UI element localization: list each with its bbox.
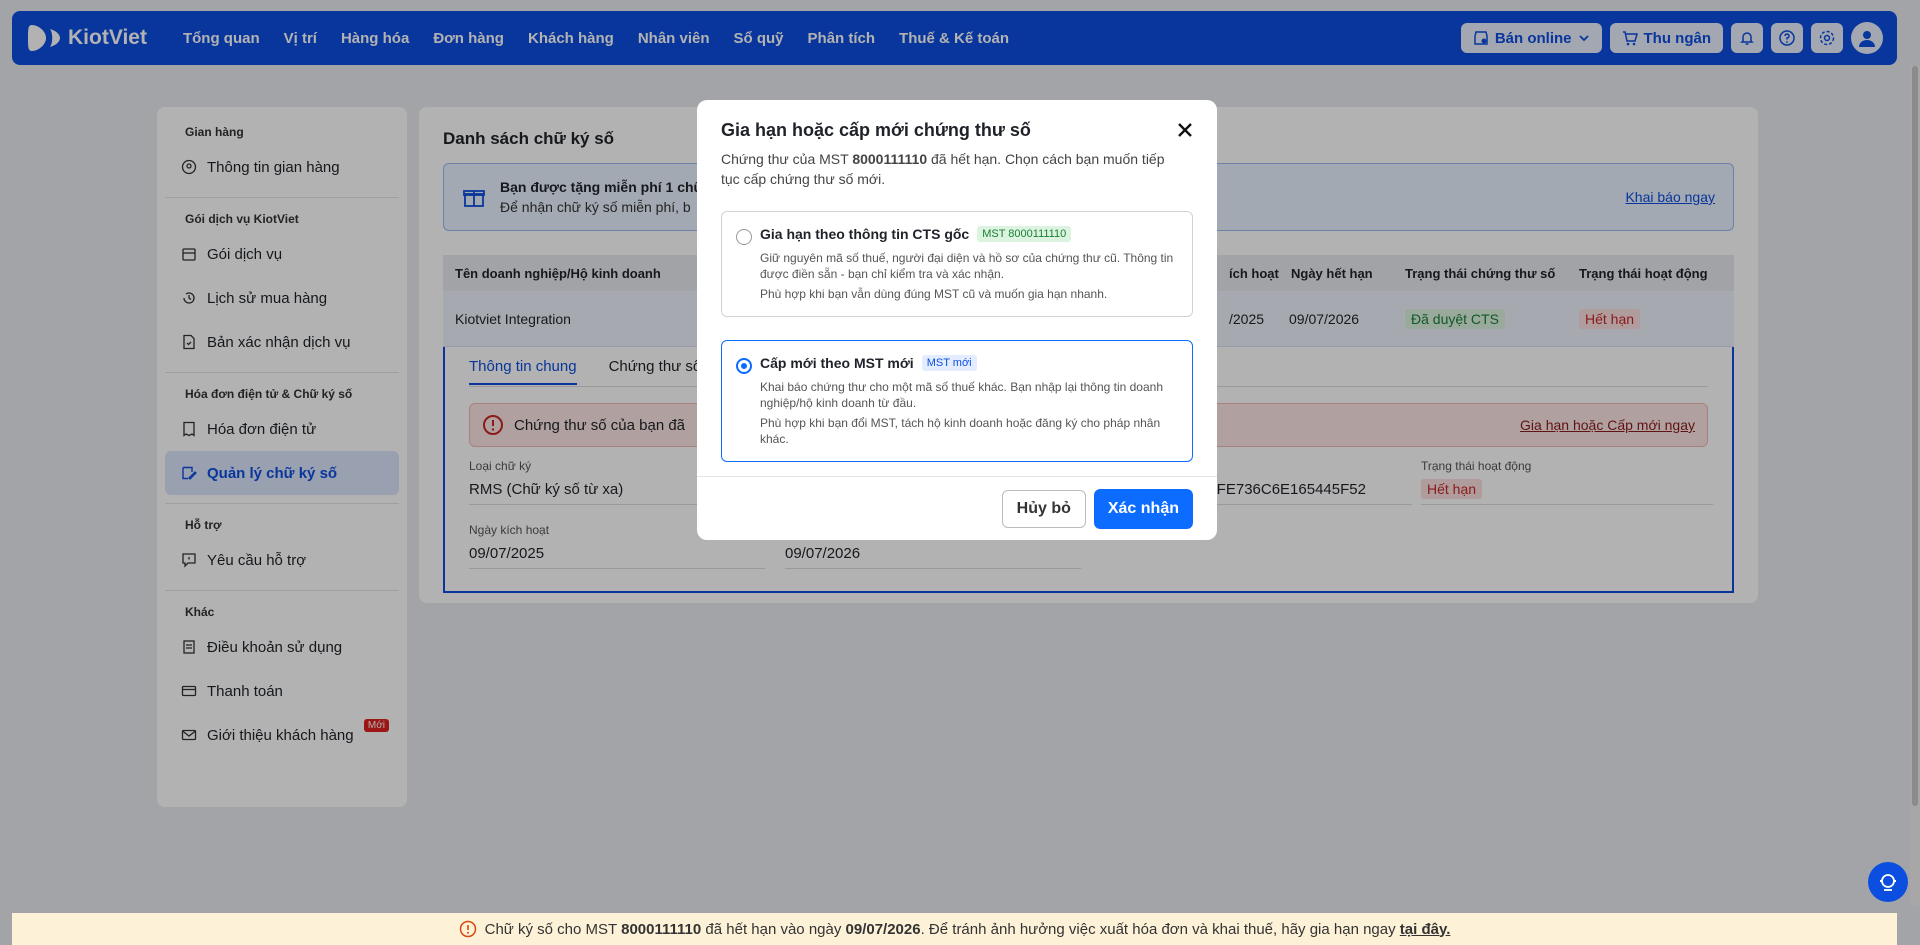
banner-text: Chữ ký số cho MST 8000111110 đã hết hạn … <box>484 920 1451 938</box>
confirm-button[interactable]: Xác nhận <box>1087 482 1200 535</box>
radio-new-mst[interactable] <box>736 358 752 374</box>
mst-tag: MST 8000111110 <box>977 226 1072 242</box>
mst-number: 8000111110 <box>852 151 928 167</box>
close-icon[interactable] <box>1175 120 1195 140</box>
cancel-button[interactable]: Hủy bỏ <box>1001 489 1086 528</box>
chat-support-icon <box>1880 874 1896 891</box>
option-note: Phù hợp khi bạn vẫn dùng đúng MST cũ và … <box>760 287 1108 301</box>
option-note: Phù hợp khi bạn đổi MST, tách hộ kinh do… <box>760 416 1161 446</box>
renew-here-link[interactable]: tại đây. <box>1400 921 1451 938</box>
option-description: Giữ nguyên mã số thuế, người đại diện và… <box>760 251 1174 281</box>
chat-support-button[interactable] <box>1868 862 1908 902</box>
warning-icon <box>459 920 476 938</box>
renew-certificate-dialog: Gia hạn hoặc cấp mới chứng thư số Chứng … <box>697 100 1217 540</box>
expiry-warning-banner: Chữ ký số cho MST 8000111110 đã hết hạn … <box>12 913 1897 945</box>
option-new-mst[interactable]: Cấp mới theo MST mới MST mới Khai báo chứ… <box>721 340 1193 462</box>
dialog-subtitle: Chứng thư của MST 8000111110 đã hết hạn.… <box>721 151 1165 187</box>
option-title: Cấp mới theo MST mới <box>760 355 914 371</box>
option-description: Khai báo chứng thư cho một mã số thuế kh… <box>760 380 1164 410</box>
dialog-footer: Hủy bỏ Xác nhận <box>697 476 1217 540</box>
radio-renew-original[interactable] <box>736 229 752 245</box>
new-mst-tag: MST mới <box>921 355 977 371</box>
option-title: Gia hạn theo thông tin CTS gốc <box>760 226 970 242</box>
dialog-title: Gia hạn hoặc cấp mới chứng thư số <box>721 120 1031 140</box>
option-renew-original[interactable]: Gia hạn theo thông tin CTS gốc MST 800011… <box>721 211 1193 317</box>
